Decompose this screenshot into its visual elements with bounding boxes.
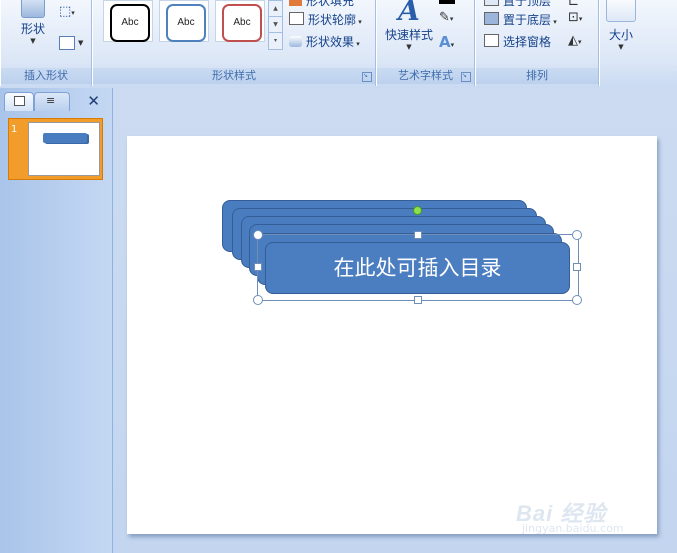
shape-button-label: 形状 [20, 22, 45, 36]
slide[interactable]: 在此处可插入目录 [127, 136, 657, 534]
thumbnail-slide [28, 122, 100, 176]
resize-handle-bottom-right[interactable] [572, 295, 582, 305]
style-swatch-1[interactable]: Abc [103, 0, 153, 42]
shape-effects-button[interactable]: 形状效果 ▾ [289, 33, 360, 51]
group-arrange: 置于顶层 置于底层 ▾ 选择窗格 ⊏ ⊡▾ ◭▾ 排列 [475, 0, 599, 86]
selection-pane-label: 选择窗格 [503, 35, 552, 49]
rotate-icon[interactable]: ◭▾ [568, 33, 582, 48]
scroll-down-icon[interactable]: ▼ [269, 17, 282, 33]
group-shape-styles: Abc Abc Abc ▲ ▼ ▾ 形状填充 形状轮廓 ▾ 形状效果 ▾ 形状样… [92, 0, 376, 86]
text-effects-icon[interactable]: A▾ [439, 33, 454, 51]
selection-pane-icon [484, 34, 499, 47]
swatch-sample: Abc [166, 4, 206, 42]
pencil-icon [289, 12, 304, 25]
scroll-up-icon[interactable]: ▲ [269, 1, 282, 17]
slide-number: 1 [11, 124, 18, 135]
group-objects-icon[interactable]: ⊡▾ [568, 10, 582, 25]
group-label: 形状样式 [93, 68, 375, 84]
resize-handle-top-right[interactable] [572, 230, 582, 240]
close-icon[interactable]: ✕ [87, 92, 100, 110]
group-label: 艺术字样式 [377, 68, 474, 84]
size-button[interactable]: 大小 ▼ [605, 0, 637, 51]
resize-handle-bottom-left[interactable] [253, 295, 263, 305]
dialog-launcher-icon[interactable]: ↘ [362, 72, 372, 82]
slides-tab-icon [14, 96, 25, 106]
shape-outline-label: 形状轮廓 [308, 13, 357, 27]
send-to-back-label: 置于底层 [503, 13, 552, 27]
tab-slides[interactable] [4, 92, 34, 111]
send-back-icon [484, 12, 499, 25]
baidu-watermark: Bai 经验 jingyan.baidu.com [516, 478, 666, 538]
textbox-icon[interactable] [59, 36, 75, 50]
tab-outline[interactable]: ≡ [34, 92, 70, 111]
swatch-sample: Abc [222, 4, 262, 42]
group-insert-shapes: 形状 ▼ ⬚▾ ▼ 插入形状 [0, 0, 92, 86]
shape-outline-button[interactable]: 形状轮廓 ▾ [289, 11, 362, 29]
quick-styles-button[interactable]: A 快速样式 ▼ [381, 0, 437, 51]
outline-tab-icon: ≡ [46, 94, 56, 107]
rotation-handle[interactable] [413, 206, 422, 215]
group-size: 大小 ▼ [599, 0, 643, 86]
gallery-more-icon[interactable]: ▾ [269, 33, 282, 48]
thumbnail-shape [43, 133, 87, 143]
resize-handle-right[interactable] [573, 263, 581, 271]
group-label: 排列 [476, 68, 598, 84]
wordart-a-icon: A [398, 0, 420, 27]
chevron-down-icon: ▼ [30, 37, 36, 45]
paint-bucket-icon [289, 0, 302, 6]
quick-styles-label: 快速样式 [384, 28, 433, 42]
chevron-down-icon: ▼ [406, 43, 412, 51]
swatch-sample: Abc [110, 4, 150, 42]
resize-handle-top[interactable] [414, 231, 422, 239]
style-swatch-3[interactable]: Abc [215, 0, 265, 42]
style-swatch-2[interactable]: Abc [159, 0, 209, 42]
dialog-launcher-icon[interactable]: ↘ [461, 72, 471, 82]
shape-fill-label: 形状填充 [306, 0, 355, 8]
bring-to-front-label: 置于顶层 [503, 0, 552, 8]
slide-thumbnail[interactable] [8, 118, 103, 180]
resize-handle-top-left[interactable] [253, 230, 263, 240]
selection-pane-button[interactable]: 选择窗格 [484, 33, 551, 51]
group-label: 插入形状 [1, 68, 91, 84]
chevron-down-icon: ▼ [618, 43, 624, 51]
gallery-scroll[interactable]: ▲ ▼ ▾ [268, 0, 283, 50]
shape-fill-button[interactable]: 形状填充 [289, 0, 354, 10]
edit-shape-icon[interactable]: ⬚▾ [59, 4, 75, 19]
chevron-down-icon[interactable]: ▼ [78, 39, 83, 47]
watermark-url: jingyan.baidu.com [522, 522, 624, 535]
send-to-back-button[interactable]: 置于底层 ▾ [484, 11, 557, 29]
size-label: 大小 [608, 28, 633, 42]
align-icon[interactable]: ⊏ [568, 0, 579, 9]
text-fill-icon[interactable] [439, 0, 455, 4]
shape-effects-label: 形状效果 [306, 35, 355, 49]
selection-box [257, 234, 579, 301]
size-icon [606, 0, 636, 22]
ribbon: 形状 ▼ ⬚▾ ▼ 插入形状 Abc Abc Abc ▲ ▼ ▾ 形状填充 形状… [0, 0, 677, 89]
resize-handle-left[interactable] [254, 263, 262, 271]
shape-button[interactable]: 形状 ▼ [13, 0, 53, 45]
effects-icon [289, 36, 302, 47]
shape-icon [21, 0, 45, 18]
group-wordart-styles: A 快速样式 ▼ ✎▾ A▾ 艺术字样式 ↘ [376, 0, 475, 86]
bring-front-icon [484, 0, 499, 6]
text-outline-icon[interactable]: ✎▾ [439, 10, 453, 25]
slides-panel: ≡ ✕ 1 [0, 88, 113, 553]
resize-handle-bottom[interactable] [414, 296, 422, 304]
bring-to-front-button[interactable]: 置于顶层 [484, 0, 551, 10]
panel-tabs: ≡ ✕ [4, 92, 106, 112]
